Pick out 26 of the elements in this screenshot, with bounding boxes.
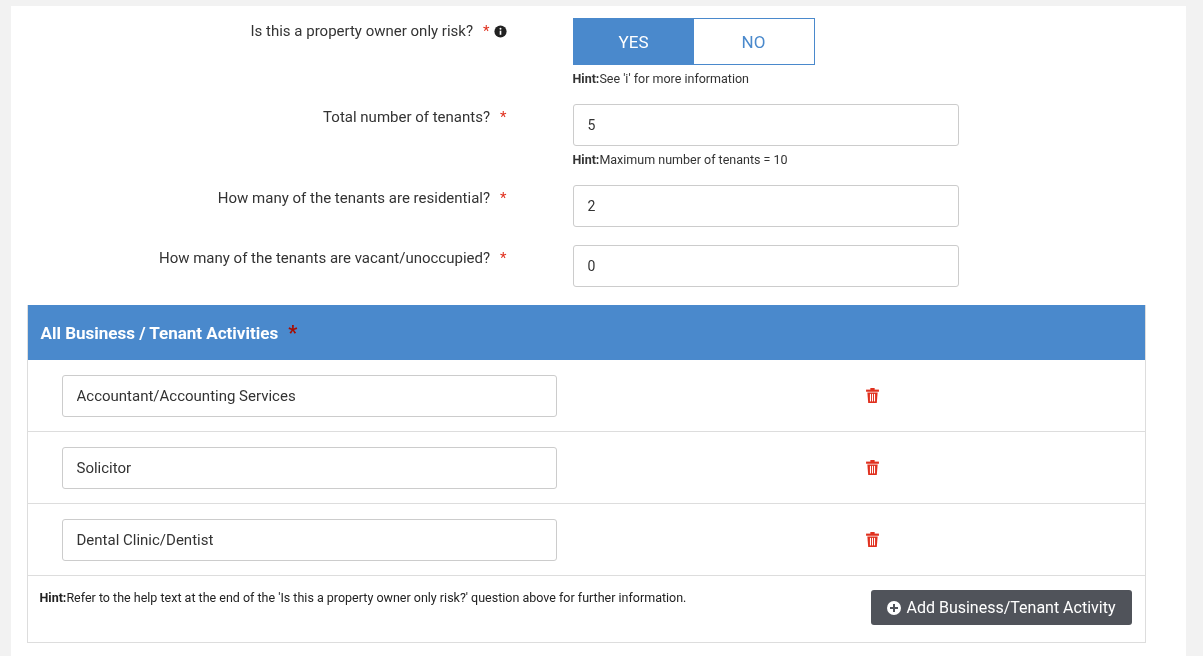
required-asterisk: * [500,108,507,126]
activity-input[interactable]: Accountant/Accounting Services [61,374,557,417]
required-asterisk: * [483,22,490,40]
trash-icon[interactable] [865,460,879,475]
activity-input[interactable]: Dental Clinic/Dentist [61,518,557,561]
hint-text: Hint:Maximum number of tenants = 10 [572,152,789,167]
panel-title: All Business / Tenant Activities [40,322,279,343]
required-asterisk: * [288,320,298,345]
required-asterisk: * [500,189,507,207]
required-asterisk: * [500,249,507,267]
plus-circle-icon [887,600,902,615]
trash-icon[interactable] [865,388,879,403]
number-input[interactable]: 0 [572,245,959,287]
activity-input[interactable]: Solicitor [61,446,557,489]
number-input[interactable]: 2 [572,185,959,227]
hint-text: Hint:Refer to the help text at the end of the 'Is this a property owner only risk?' question above for further information. [39,590,687,605]
question-label: How many of the tenants are vacant/unoccupied? [158,249,491,267]
question-label: Is this a property owner only risk? [250,22,474,40]
trash-icon[interactable] [865,532,879,547]
number-input[interactable]: 5 [572,104,959,146]
toggle-option[interactable]: YES [573,19,694,64]
question-label: How many of the tenants are residential? [217,189,491,207]
add-activity-button[interactable]: Add Business/Tenant Activity [871,590,1132,625]
hint-text: Hint:See 'i' for more information [572,71,751,86]
info-icon[interactable] [493,25,507,38]
question-label: Total number of tenants? [323,108,491,126]
